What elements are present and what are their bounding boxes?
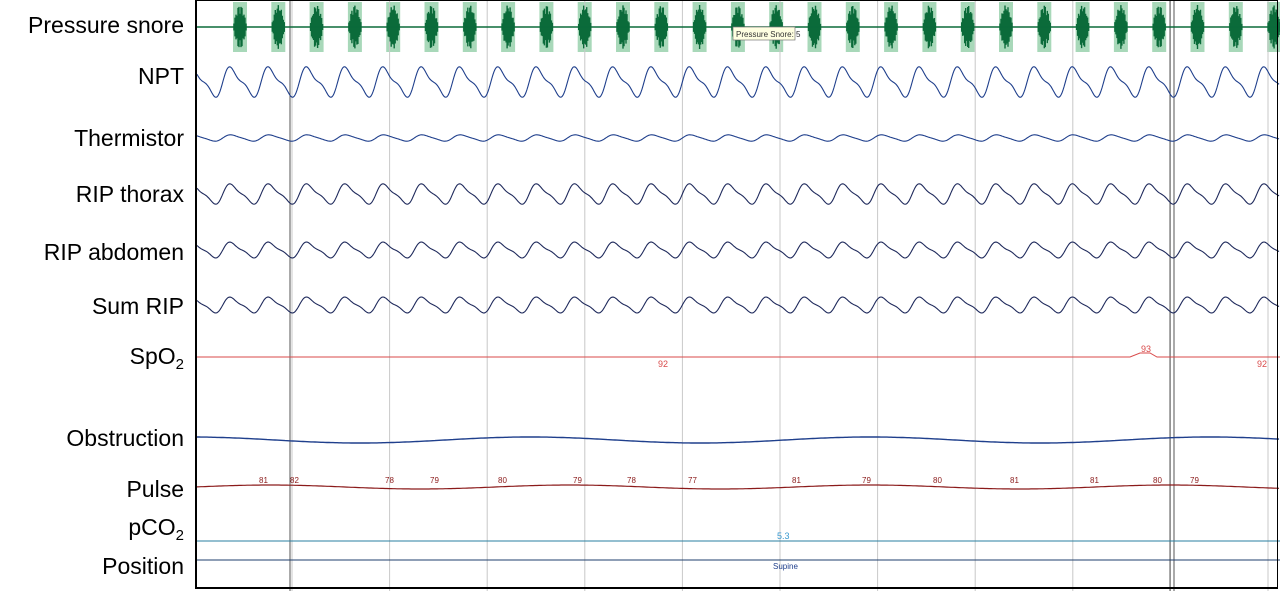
- pulse-value-label: 80: [498, 476, 507, 485]
- label-thermistor: Thermistor: [74, 125, 184, 151]
- npt-signal: [196, 66, 1280, 98]
- rip-thorax-signal: [196, 183, 1280, 205]
- position-value-label: Supine: [773, 562, 798, 571]
- spo2-value-label: 92: [1257, 359, 1267, 369]
- pulse-value-label: 77: [688, 476, 697, 485]
- label-pco2: pCO2: [128, 514, 184, 544]
- label-pressure-snore: Pressure snore: [28, 12, 184, 38]
- label-sum-rip: Sum RIP: [91, 293, 184, 319]
- label-pulse: Pulse: [126, 476, 184, 502]
- thermistor-signal: [196, 134, 1280, 142]
- label-spo2: SpO2: [129, 343, 184, 373]
- label-obstruction: Obstruction: [66, 425, 184, 451]
- snore-tooltip-text: Pressure Snore: 5: [736, 30, 801, 39]
- pulse-value-label: 81: [259, 476, 268, 485]
- spo2-value-label: 93: [1141, 344, 1151, 354]
- label-rip-thorax: RIP thorax: [75, 181, 184, 207]
- pco2-value-label: 5.3: [777, 531, 790, 541]
- pulse-value-label: 79: [573, 476, 582, 485]
- spo2-signal: [197, 352, 1280, 358]
- pulse-value-label: 79: [430, 476, 439, 485]
- label-npt: NPT: [138, 63, 184, 89]
- obstruction-signal: [197, 436, 1280, 444]
- pulse-value-label: 79: [1190, 476, 1199, 485]
- pulse-value-label: 80: [933, 476, 942, 485]
- pulse-value-label: 81: [1010, 476, 1019, 485]
- pulse-value-label: 81: [792, 476, 801, 485]
- spo2-value-label: 92: [658, 359, 668, 369]
- pulse-value-label: 82: [290, 476, 299, 485]
- signal-traces[interactable]: Pressure Snore: 5 92 93 92 81 82 78 79 80 79 78 77 8…: [195, 0, 1280, 591]
- pulse-value-label: 78: [385, 476, 394, 485]
- pulse-value-label: 81: [1090, 476, 1099, 485]
- snore-tooltip: Pressure Snore: 5: [732, 26, 801, 41]
- pulse-value-label: 78: [627, 476, 636, 485]
- rip-abdomen-signal: [196, 241, 1280, 259]
- sum-rip-signal: [196, 296, 1280, 314]
- label-rip-abdomen: RIP abdomen: [43, 239, 184, 265]
- channel-label-column: Pressure snore NPT Thermistor RIP thorax…: [0, 0, 192, 591]
- pulse-value-label: 79: [862, 476, 871, 485]
- pulse-signal: [196, 484, 1280, 490]
- signal-plot-area[interactable]: Pressure Snore: 5 92 93 92 81 82 78 79 80 79 78 77 8…: [195, 0, 1280, 591]
- label-position: Position: [102, 553, 184, 579]
- pulse-value-label: 80: [1153, 476, 1162, 485]
